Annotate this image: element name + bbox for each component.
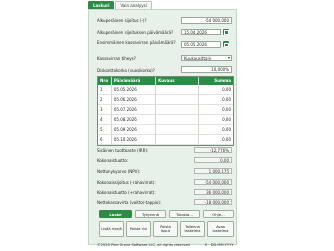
total-invested-label: Kokonaissijoitus (-rahavirrat): [97,180,156,185]
tab-analysis-only[interactable]: Vain analyysi [115,1,152,9]
net-cashflow-value: -18 000,000 [194,198,232,205]
cell-date[interactable]: 05.10.2026 [112,135,157,144]
cell-amount[interactable]: 0,00 [199,125,233,134]
table-row[interactable]: 3 05.07.2026 0,00 [98,105,233,115]
first-payment-label: Ensimmäinen kassavirran päivämäärä? [97,40,176,45]
col-header-amount: Summa [214,78,231,83]
calculate-button[interactable]: Laske [99,210,132,218]
table-row[interactable]: 4 05.08.2026 0,00 [98,115,233,125]
cell-date[interactable]: 05.08.2026 [112,115,157,124]
cell-amount[interactable]: 0,00 [199,135,233,144]
cell-description[interactable] [156,105,199,114]
help-button[interactable]: Ohje... [203,210,234,218]
total-cashflow-value: 36 000,000 [194,188,232,195]
first-payment-input[interactable]: 05.05.2026 [181,41,221,48]
cashflow-table: Nro Päivämäärä Kuvaus Summa 1 05.05.2026… [97,76,234,146]
locale-format: € · DD.MM.YYYY [205,243,234,247]
table-header: Nro Päivämäärä Kuvaus Summa [98,77,233,85]
npv-label: Nettonykyarvo (NPV): [97,169,141,174]
total-cashflow-label: Kokonaistuotto (+rahavirrat): [97,190,156,195]
cell-no: 1 [98,85,112,94]
total-inflows-value: 0,00 [194,156,232,163]
discount-rate-label: Diskonttokorko (vuosikorko)? [97,68,155,73]
cell-amount[interactable]: 0,00 [199,85,233,94]
table-row[interactable]: 1 05.05.2026 0,00 [98,85,233,95]
tab-bar: Laskuri Vain analyysi [88,1,152,9]
save-calculation-button[interactable]: Tallenna laskelma [180,221,205,237]
irr-value: -12,776% [194,146,232,153]
cell-date[interactable]: 05.07.2026 [112,105,157,114]
frequency-label: Kassavirran tiheys? [97,56,136,61]
print-button[interactable]: Tulosta... [169,210,200,218]
delete-row-button[interactable]: Poista rivi [126,221,151,237]
open-calculation-button[interactable]: Avaa laskelma [207,221,234,237]
calendar-icon[interactable] [223,28,230,35]
start-date-label: Alkuperäinen sijoituksen päivämäärä? [97,30,174,35]
discount-rate-input[interactable]: 10,000% [181,66,232,73]
chevron-down-icon [227,57,230,59]
col-header-description: Kuvaus [156,77,199,85]
cell-no: 5 [98,125,112,134]
cell-no: 2 [98,95,112,104]
net-cashflow-label: Nettokassavirta (voitto/-tappio): [97,200,162,205]
cell-description[interactable] [156,95,199,104]
cell-no: 4 [98,115,112,124]
initial-amount-label: Alkuperäinen sijoitus (-)? [97,18,147,23]
cell-description[interactable] [156,85,199,94]
add-rows-button[interactable]: Lisää rivejä [99,221,124,237]
cell-date[interactable]: 05.09.2026 [112,125,157,134]
total-invested-value: -54 000,000 [194,178,232,185]
cell-date[interactable]: 05.06.2026 [112,95,157,104]
col-header-no: Nro [98,77,112,85]
cell-description[interactable] [156,135,199,144]
table-row[interactable]: 2 05.06.2026 0,00 [98,95,233,105]
initial-amount-input[interactable]: -54 000,000 [181,17,232,24]
cell-date[interactable]: 05.05.2026 [112,85,157,94]
table-row[interactable]: 6 05.10.2026 0,00 [98,135,233,145]
cell-description[interactable] [156,115,199,124]
start-date-input[interactable]: 15.04.2026 [181,28,221,35]
delete-remaining-button[interactable]: Poista loput [153,221,178,237]
clear-button[interactable]: Tyhjennä [135,210,166,218]
cell-no: 6 [98,135,112,144]
frequency-select[interactable]: Kuukausittain [181,54,232,61]
tab-calculator[interactable]: Laskuri [88,1,115,9]
total-inflows-label: Kokonaistuotto: [97,158,129,163]
table-row[interactable]: 5 05.09.2026 0,00 [98,125,233,135]
cell-amount[interactable]: 0,00 [199,105,233,114]
cell-amount[interactable]: 0,00 [199,95,233,104]
col-header-date: Päivämäärä [112,77,157,85]
irr-label: Sisäinen tuottoaste (IRR): [97,148,149,153]
copyright-text: ©2026 Pine Grove Software LLC, all right… [97,243,190,247]
npv-value: 1 000,175 [194,167,232,174]
cell-no: 3 [98,105,112,114]
frequency-value: Kuukausittain [184,55,212,61]
cell-description[interactable] [156,125,199,134]
calendar-icon[interactable] [223,41,230,48]
cell-amount[interactable]: 0,00 [199,115,233,124]
